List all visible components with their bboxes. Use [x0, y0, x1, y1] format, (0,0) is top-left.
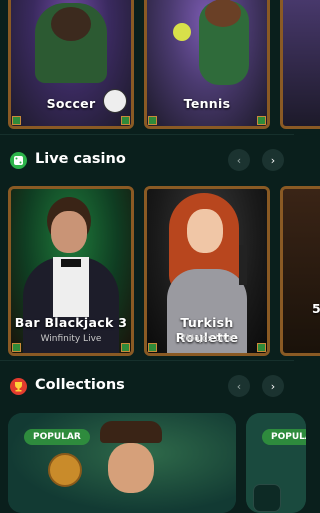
- dealer-artwork: [283, 189, 320, 353]
- chevron-left-icon: ‹: [236, 379, 242, 393]
- popular-badge: POPULAR: [24, 429, 90, 445]
- live-game-card[interactable]: Bar Blackjack 3 Winfinity Live: [8, 186, 134, 356]
- sport-artwork: [283, 0, 320, 126]
- card-corner-ornament: [257, 343, 266, 352]
- sports-carousel: Soccer Tennis: [8, 0, 320, 129]
- sport-card-tennis[interactable]: Tennis: [144, 0, 270, 129]
- collections-header: Collections ‹ ›: [10, 375, 284, 399]
- live-game-card[interactable]: Turkish Roulette 7Mojos Live: [144, 186, 270, 356]
- carousel-next-button[interactable]: ›: [262, 375, 284, 397]
- chevron-right-icon: ›: [270, 379, 276, 393]
- card-corner-ornament: [121, 343, 130, 352]
- section-title: Live casino: [35, 151, 126, 167]
- section-divider: [0, 134, 294, 135]
- card-corner-ornament: [148, 116, 157, 125]
- section-title: Collections: [35, 377, 125, 393]
- chevron-left-icon: ‹: [236, 153, 242, 167]
- live-casino-carousel: Bar Blackjack 3 Winfinity Live Turkish R…: [8, 186, 320, 356]
- game-provider: Winfinity Live: [40, 334, 102, 344]
- game-provider: 7Mojos Live: [180, 334, 234, 344]
- trophy-icon: [10, 378, 27, 395]
- sport-card-title: Tennis: [183, 96, 231, 111]
- live-casino-header: Live casino ‹ ›: [10, 149, 284, 173]
- live-game-card-partial[interactable]: 5: [280, 186, 320, 356]
- collection-artwork: [8, 413, 236, 513]
- collection-card[interactable]: POPULAR: [8, 413, 236, 513]
- card-corner-ornament: [12, 116, 21, 125]
- carousel-next-button[interactable]: ›: [262, 149, 284, 171]
- game-title: 5: [283, 301, 320, 316]
- chat-icon[interactable]: [253, 484, 281, 512]
- carousel-prev-button[interactable]: ‹: [228, 375, 250, 397]
- game-title: Bar Blackjack 3: [14, 315, 128, 330]
- card-corner-ornament: [257, 116, 266, 125]
- card-corner-ornament: [12, 343, 21, 352]
- popular-badge: POPULAR: [262, 429, 306, 445]
- dice-icon: [10, 152, 27, 169]
- card-corner-ornament: [121, 116, 130, 125]
- card-corner-ornament: [148, 343, 157, 352]
- carousel-prev-button[interactable]: ‹: [228, 149, 250, 171]
- sport-card-title: Soccer: [46, 96, 96, 111]
- sport-card-partial[interactable]: [280, 0, 320, 129]
- section-divider: [0, 360, 294, 361]
- chevron-right-icon: ›: [270, 153, 276, 167]
- sport-card-soccer[interactable]: Soccer: [8, 0, 134, 129]
